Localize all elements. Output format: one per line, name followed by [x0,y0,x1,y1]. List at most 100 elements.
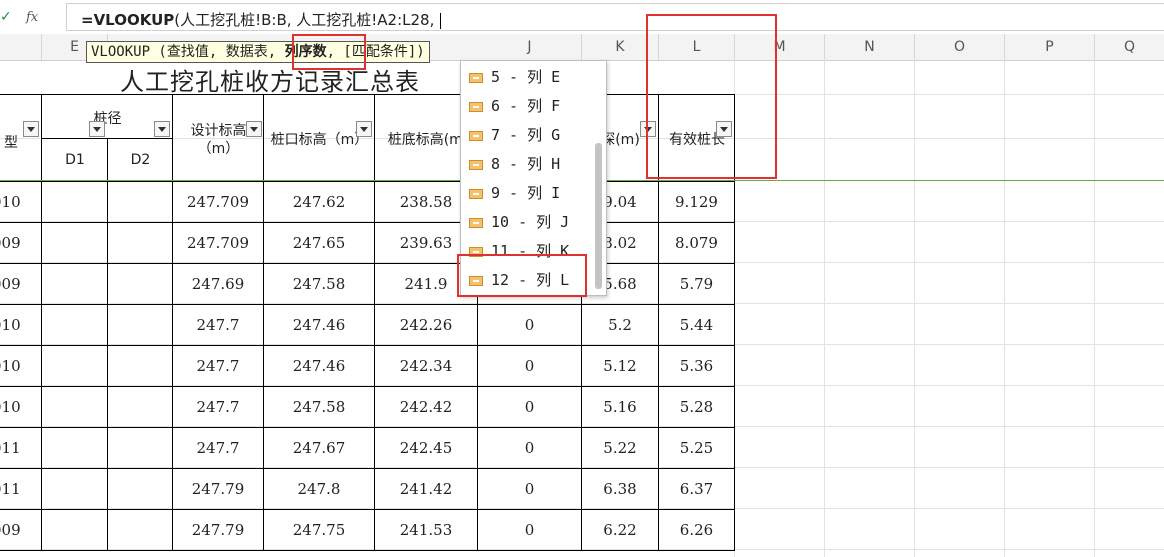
table-cell[interactable]: 247.7 [173,387,264,428]
table-cell[interactable]: 0 [478,510,582,551]
table-cell[interactable]: 247.75 [264,510,375,551]
autocomplete-item[interactable]: 6 - 列 F [469,93,560,119]
table-cell[interactable]: 5.22 [582,428,659,469]
table-cell[interactable] [42,469,108,510]
autocomplete-item[interactable]: 8 - 列 H [469,151,560,177]
table-cell[interactable]: 247.709 [173,182,264,223]
table-cell[interactable]: 247.8 [264,469,375,510]
table-cell[interactable]: 011 [0,428,42,469]
column-header-P[interactable]: P [1005,34,1095,60]
table-cell[interactable]: 247.46 [264,346,375,387]
table-cell[interactable]: 010 [0,305,42,346]
popup-scrollbar[interactable] [595,143,602,289]
column-autocomplete-list[interactable]: 5 - 列 E 6 - 列 F 7 - 列 G 8 - 列 H 9 - 列 I 10 - … [460,60,607,296]
autocomplete-item[interactable]: 12 - 列 L [469,267,569,293]
table-cell[interactable]: 6.22 [582,510,659,551]
table-cell[interactable]: 5.36 [659,346,735,387]
column-header-J[interactable]: J [478,34,582,60]
table-cell[interactable]: 0 [478,387,582,428]
table-cell[interactable]: 247.58 [264,264,375,305]
table-cell[interactable]: 6.37 [659,469,735,510]
autocomplete-item[interactable]: 9 - 列 I [469,180,560,206]
filter-dropdown-d2[interactable] [154,121,170,137]
column-header-L[interactable]: L [659,34,735,60]
table-cell[interactable]: 010 [0,387,42,428]
filter-dropdown-depth[interactable] [640,121,656,137]
table-cell[interactable] [42,346,108,387]
table-cell[interactable]: 0 [478,305,582,346]
table-cell[interactable]: 010 [0,346,42,387]
table-cell[interactable]: 247.62 [264,182,375,223]
table-cell[interactable]: 6.38 [582,469,659,510]
table-cell[interactable] [42,428,108,469]
table-cell[interactable]: 247.7 [173,305,264,346]
filter-dropdown-d1[interactable] [89,121,105,137]
table-cell[interactable] [108,223,173,264]
column-header-K[interactable]: K [582,34,659,60]
table-cell[interactable]: 5.79 [659,264,735,305]
table-cell[interactable]: 5.44 [659,305,735,346]
table-cell[interactable] [42,264,108,305]
table-cell[interactable] [108,182,173,223]
table-cell[interactable]: 5.2 [582,305,659,346]
table-cell[interactable] [42,305,108,346]
table-cell[interactable]: 241.42 [375,469,478,510]
table-cell[interactable] [42,510,108,551]
column-header-M[interactable]: M [735,34,825,60]
table-cell[interactable] [108,510,173,551]
table-cell[interactable]: 242.45 [375,428,478,469]
table-cell[interactable]: 247.79 [173,469,264,510]
table-cell[interactable]: 247.46 [264,305,375,346]
filter-dropdown-top[interactable] [356,121,372,137]
table-cell[interactable]: 247.69 [173,264,264,305]
table-cell[interactable] [108,469,173,510]
column-header-Q[interactable]: Q [1095,34,1164,60]
table-cell[interactable]: 5.25 [659,428,735,469]
table-cell[interactable]: 242.26 [375,305,478,346]
table-cell[interactable]: 247.7 [173,346,264,387]
autocomplete-item[interactable]: 10 - 列 J [469,209,569,235]
column-header-N[interactable]: N [825,34,915,60]
table-cell[interactable] [108,428,173,469]
table-cell[interactable]: 8.079 [659,223,735,264]
table-cell[interactable]: 9.129 [659,182,735,223]
table-cell[interactable]: 5.28 [659,387,735,428]
table-cell[interactable]: 011 [0,469,42,510]
table-cell[interactable]: 0 [478,346,582,387]
filter-dropdown-type[interactable] [23,121,39,137]
table-cell[interactable]: 009 [0,223,42,264]
table-cell[interactable] [108,264,173,305]
table-cell[interactable] [108,346,173,387]
autocomplete-item[interactable]: 7 - 列 G [469,122,560,148]
table-cell[interactable] [42,223,108,264]
table-cell[interactable] [108,387,173,428]
filter-dropdown-effective[interactable] [716,121,732,137]
filter-dropdown-design[interactable] [246,121,262,137]
table-cell[interactable]: 5.16 [582,387,659,428]
table-cell[interactable]: 241.53 [375,510,478,551]
table-cell[interactable]: 242.42 [375,387,478,428]
table-cell[interactable]: 009 [0,510,42,551]
table-cell[interactable]: 0 [478,428,582,469]
column-header-O[interactable]: O [915,34,1005,60]
table-cell[interactable]: 247.709 [173,223,264,264]
check-icon[interactable]: ✓ [0,9,14,25]
table-cell[interactable]: 5.12 [582,346,659,387]
table-cell[interactable]: 0 [478,469,582,510]
table-cell[interactable]: 247.7 [173,428,264,469]
table-cell[interactable] [42,387,108,428]
table-cell[interactable]: 247.58 [264,387,375,428]
table-cell[interactable]: 247.79 [173,510,264,551]
fx-button[interactable]: fx [26,10,38,25]
autocomplete-item[interactable]: 5 - 列 E [469,64,560,90]
column-header-D[interactable] [0,34,42,60]
autocomplete-item[interactable]: 11 - 列 K [469,238,569,264]
table-cell[interactable] [42,182,108,223]
table-cell[interactable]: 010 [0,182,42,223]
table-cell[interactable]: 247.65 [264,223,375,264]
table-cell[interactable]: 242.34 [375,346,478,387]
table-cell[interactable]: 247.67 [264,428,375,469]
table-cell[interactable]: 009 [0,264,42,305]
table-cell[interactable]: 6.26 [659,510,735,551]
formula-input[interactable]: =VLOOKUP(人工挖孔桩!B:B, 人工挖孔桩!A2:L28, [66,3,1164,31]
